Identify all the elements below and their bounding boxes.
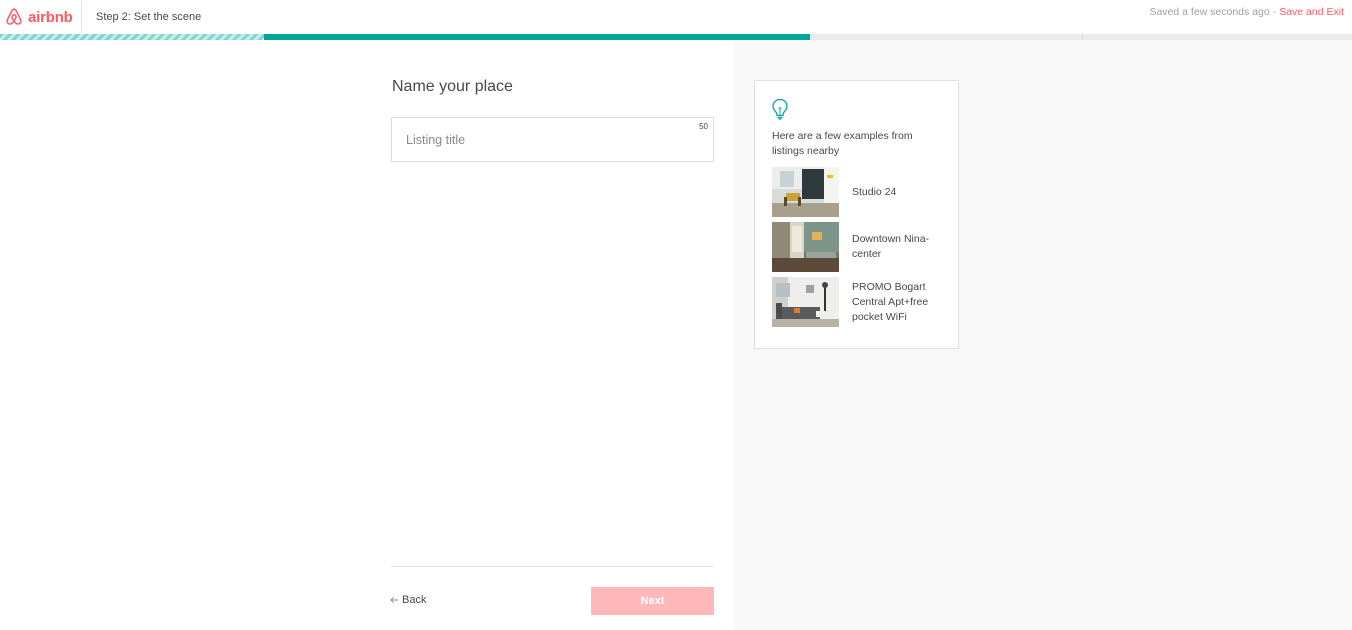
example-photo-promo	[772, 277, 839, 327]
char-remaining-count: 50	[699, 122, 708, 131]
example-photo-studio	[772, 167, 839, 217]
example-photo-downtown	[772, 222, 839, 272]
footer-divider	[391, 566, 714, 567]
examples-card: Here are a few examples from listings ne…	[754, 80, 959, 349]
airbnb-belo-icon	[6, 8, 22, 25]
step-title: Step 2: Set the scene	[96, 11, 202, 23]
saved-status: Saved a few seconds ago	[1149, 6, 1270, 18]
logo-wordmark: airbnb	[28, 8, 73, 26]
listing-title-field[interactable]: 50	[391, 117, 714, 162]
example-name: PROMO Bogart Central Apt+free pocket WiF…	[852, 280, 929, 323]
airbnb-logo[interactable]: airbnb	[0, 0, 82, 34]
examples-intro: Here are a few examples from listings ne…	[772, 130, 913, 157]
status-separator: ·	[1272, 6, 1277, 18]
next-button[interactable]: Next	[591, 587, 714, 615]
example-listing[interactable]: Downtown Nina-center	[772, 222, 952, 272]
example-listing[interactable]: Studio 24	[772, 167, 952, 217]
example-listing[interactable]: PROMO Bogart Central Apt+free pocket WiF…	[772, 277, 952, 327]
listing-title-input[interactable]	[392, 118, 713, 161]
back-label: Back	[402, 594, 427, 606]
lightbulb-icon	[772, 98, 788, 120]
save-and-exit-link[interactable]: Save and Exit	[1279, 6, 1344, 18]
arrow-left-icon	[390, 596, 399, 604]
example-name: Studio 24	[852, 185, 897, 198]
example-name: Downtown Nina-center	[852, 233, 930, 260]
back-button[interactable]: Back	[390, 594, 426, 606]
top-header: airbnb Step 2: Set the scene Saved a few…	[0, 0, 1352, 34]
page-title: Name your place	[392, 78, 513, 95]
header-status: Saved a few seconds ago · Save and Exit	[1149, 6, 1344, 18]
